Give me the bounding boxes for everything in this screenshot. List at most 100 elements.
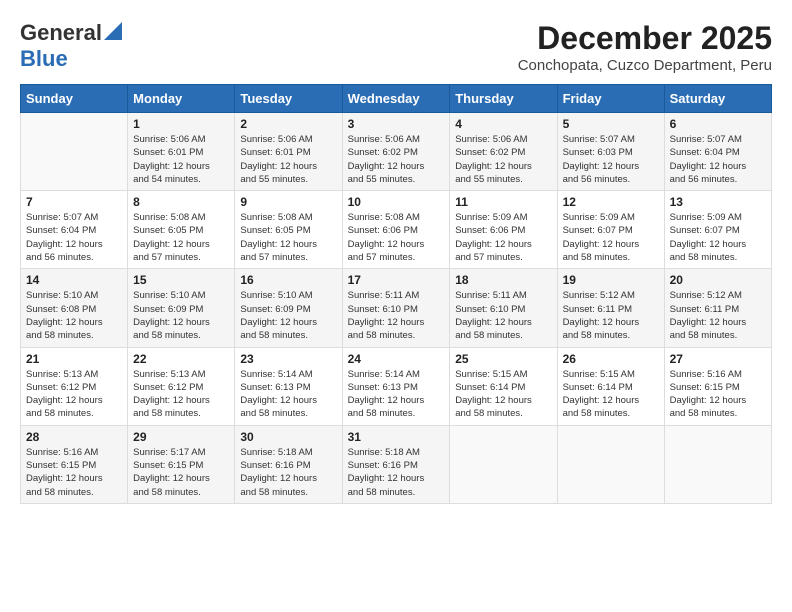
day-number: 6 [670, 117, 766, 131]
day-number: 30 [240, 430, 336, 444]
day-number: 25 [455, 352, 551, 366]
calendar-cell: 11Sunrise: 5:09 AM Sunset: 6:06 PM Dayli… [450, 191, 557, 269]
calendar-cell [557, 425, 664, 503]
logo-general: General [20, 20, 102, 46]
day-info: Sunrise: 5:14 AM Sunset: 6:13 PM Dayligh… [348, 368, 445, 421]
calendar-week-row: 28 Sunrise: 5:16 AM Sunset: 6:15 PM Dayli… [21, 425, 772, 503]
day-number: 26 [563, 352, 659, 366]
day-number: 17 [348, 273, 445, 287]
calendar-cell: 3 Sunrise: 5:06 AM Sunset: 6:02 PM Daylig… [342, 113, 450, 191]
calendar-cell: 30 Sunrise: 5:18 AM Sunset: 6:16 PM Dayli… [235, 425, 342, 503]
calendar-cell: 7 Sunrise: 5:07 AM Sunset: 6:04 PM Daylig… [21, 191, 128, 269]
day-info: Sunrise: 5:18 AM Sunset: 6:16 PM Dayligh… [348, 446, 445, 499]
day-info: Sunrise: 5:08 AM Sunset: 6:06 PM Dayligh… [348, 211, 445, 264]
day-info: Sunrise: 5:10 AM Sunset: 6:09 PM Dayligh… [240, 289, 336, 342]
calendar-week-row: 7 Sunrise: 5:07 AM Sunset: 6:04 PM Daylig… [21, 191, 772, 269]
calendar-cell [450, 425, 557, 503]
day-number: 23 [240, 352, 336, 366]
day-number: 7 [26, 195, 122, 209]
page-title: December 2025 [518, 20, 772, 57]
day-info: Sunrise: 5:13 AM Sunset: 6:12 PM Dayligh… [26, 368, 122, 421]
page-header: General Blue December 2025 Conchopata, C… [20, 20, 772, 74]
day-info: Sunrise: 5:12 AM Sunset: 6:11 PM Dayligh… [563, 289, 659, 342]
day-number: 3 [348, 117, 445, 131]
calendar-cell: 4Sunrise: 5:06 AM Sunset: 6:02 PM Daylig… [450, 113, 557, 191]
calendar-header-cell: Sunday [21, 85, 128, 113]
calendar-week-row: 14 Sunrise: 5:10 AM Sunset: 6:08 PM Dayli… [21, 269, 772, 347]
day-number: 19 [563, 273, 659, 287]
calendar-cell: 8 Sunrise: 5:08 AM Sunset: 6:05 PM Daylig… [128, 191, 235, 269]
day-info: Sunrise: 5:12 AM Sunset: 6:11 PM Dayligh… [670, 289, 766, 342]
logo-icon [104, 22, 122, 40]
day-number: 28 [26, 430, 122, 444]
calendar-body: 1 Sunrise: 5:06 AM Sunset: 6:01 PM Daylig… [21, 113, 772, 504]
calendar-header-cell: Thursday [450, 85, 557, 113]
calendar-header-cell: Monday [128, 85, 235, 113]
day-number: 15 [133, 273, 229, 287]
calendar-cell: 24 Sunrise: 5:14 AM Sunset: 6:13 PM Dayli… [342, 347, 450, 425]
calendar-cell: 31Sunrise: 5:18 AM Sunset: 6:16 PM Dayli… [342, 425, 450, 503]
day-info: Sunrise: 5:08 AM Sunset: 6:05 PM Dayligh… [240, 211, 336, 264]
day-number: 5 [563, 117, 659, 131]
day-number: 24 [348, 352, 445, 366]
page-subtitle: Conchopata, Cuzco Department, Peru [518, 57, 772, 74]
calendar-cell: 1 Sunrise: 5:06 AM Sunset: 6:01 PM Daylig… [128, 113, 235, 191]
day-info: Sunrise: 5:18 AM Sunset: 6:16 PM Dayligh… [240, 446, 336, 499]
logo-blue: Blue [20, 46, 68, 71]
calendar-cell: 27Sunrise: 5:16 AM Sunset: 6:15 PM Dayli… [664, 347, 771, 425]
day-info: Sunrise: 5:07 AM Sunset: 6:04 PM Dayligh… [26, 211, 122, 264]
calendar-cell: 21Sunrise: 5:13 AM Sunset: 6:12 PM Dayli… [21, 347, 128, 425]
day-number: 10 [348, 195, 445, 209]
day-number: 8 [133, 195, 229, 209]
calendar-cell: 16 Sunrise: 5:10 AM Sunset: 6:09 PM Dayli… [235, 269, 342, 347]
calendar-cell: 17Sunrise: 5:11 AM Sunset: 6:10 PM Dayli… [342, 269, 450, 347]
day-number: 16 [240, 273, 336, 287]
calendar-table: SundayMondayTuesdayWednesdayThursdayFrid… [20, 84, 772, 504]
calendar-cell: 22 Sunrise: 5:13 AM Sunset: 6:12 PM Dayli… [128, 347, 235, 425]
day-info: Sunrise: 5:07 AM Sunset: 6:03 PM Dayligh… [563, 133, 659, 186]
calendar-cell: 19 Sunrise: 5:12 AM Sunset: 6:11 PM Dayli… [557, 269, 664, 347]
calendar-week-row: 1 Sunrise: 5:06 AM Sunset: 6:01 PM Daylig… [21, 113, 772, 191]
day-number: 18 [455, 273, 551, 287]
calendar-cell: 5 Sunrise: 5:07 AM Sunset: 6:03 PM Daylig… [557, 113, 664, 191]
calendar-cell: 18 Sunrise: 5:11 AM Sunset: 6:10 PM Dayli… [450, 269, 557, 347]
day-number: 29 [133, 430, 229, 444]
day-info: Sunrise: 5:06 AM Sunset: 6:02 PM Dayligh… [348, 133, 445, 186]
day-info: Sunrise: 5:08 AM Sunset: 6:05 PM Dayligh… [133, 211, 229, 264]
title-block: December 2025 Conchopata, Cuzco Departme… [518, 20, 772, 74]
calendar-cell: 20 Sunrise: 5:12 AM Sunset: 6:11 PM Dayli… [664, 269, 771, 347]
day-number: 1 [133, 117, 229, 131]
calendar-cell: 26 Sunrise: 5:15 AM Sunset: 6:14 PM Dayli… [557, 347, 664, 425]
calendar-cell [664, 425, 771, 503]
day-info: Sunrise: 5:16 AM Sunset: 6:15 PM Dayligh… [26, 446, 122, 499]
calendar-cell: 10 Sunrise: 5:08 AM Sunset: 6:06 PM Dayli… [342, 191, 450, 269]
day-info: Sunrise: 5:15 AM Sunset: 6:14 PM Dayligh… [563, 368, 659, 421]
day-info: Sunrise: 5:09 AM Sunset: 6:07 PM Dayligh… [670, 211, 766, 264]
day-number: 22 [133, 352, 229, 366]
calendar-week-row: 21Sunrise: 5:13 AM Sunset: 6:12 PM Dayli… [21, 347, 772, 425]
calendar-cell: 12Sunrise: 5:09 AM Sunset: 6:07 PM Dayli… [557, 191, 664, 269]
day-info: Sunrise: 5:16 AM Sunset: 6:15 PM Dayligh… [670, 368, 766, 421]
day-info: Sunrise: 5:14 AM Sunset: 6:13 PM Dayligh… [240, 368, 336, 421]
day-number: 20 [670, 273, 766, 287]
calendar-cell: 2Sunrise: 5:06 AM Sunset: 6:01 PM Daylig… [235, 113, 342, 191]
day-info: Sunrise: 5:15 AM Sunset: 6:14 PM Dayligh… [455, 368, 551, 421]
day-info: Sunrise: 5:10 AM Sunset: 6:09 PM Dayligh… [133, 289, 229, 342]
day-info: Sunrise: 5:17 AM Sunset: 6:15 PM Dayligh… [133, 446, 229, 499]
day-number: 9 [240, 195, 336, 209]
day-info: Sunrise: 5:10 AM Sunset: 6:08 PM Dayligh… [26, 289, 122, 342]
day-number: 4 [455, 117, 551, 131]
day-number: 14 [26, 273, 122, 287]
calendar-cell: 6Sunrise: 5:07 AM Sunset: 6:04 PM Daylig… [664, 113, 771, 191]
day-number: 11 [455, 195, 551, 209]
calendar-cell: 29 Sunrise: 5:17 AM Sunset: 6:15 PM Dayli… [128, 425, 235, 503]
calendar-cell: 13Sunrise: 5:09 AM Sunset: 6:07 PM Dayli… [664, 191, 771, 269]
calendar-header: SundayMondayTuesdayWednesdayThursdayFrid… [21, 85, 772, 113]
calendar-cell: 23 Sunrise: 5:14 AM Sunset: 6:13 PM Dayli… [235, 347, 342, 425]
day-info: Sunrise: 5:11 AM Sunset: 6:10 PM Dayligh… [455, 289, 551, 342]
day-number: 2 [240, 117, 336, 131]
day-number: 12 [563, 195, 659, 209]
day-info: Sunrise: 5:13 AM Sunset: 6:12 PM Dayligh… [133, 368, 229, 421]
calendar-cell: 14 Sunrise: 5:10 AM Sunset: 6:08 PM Dayli… [21, 269, 128, 347]
day-info: Sunrise: 5:06 AM Sunset: 6:01 PM Dayligh… [133, 133, 229, 186]
